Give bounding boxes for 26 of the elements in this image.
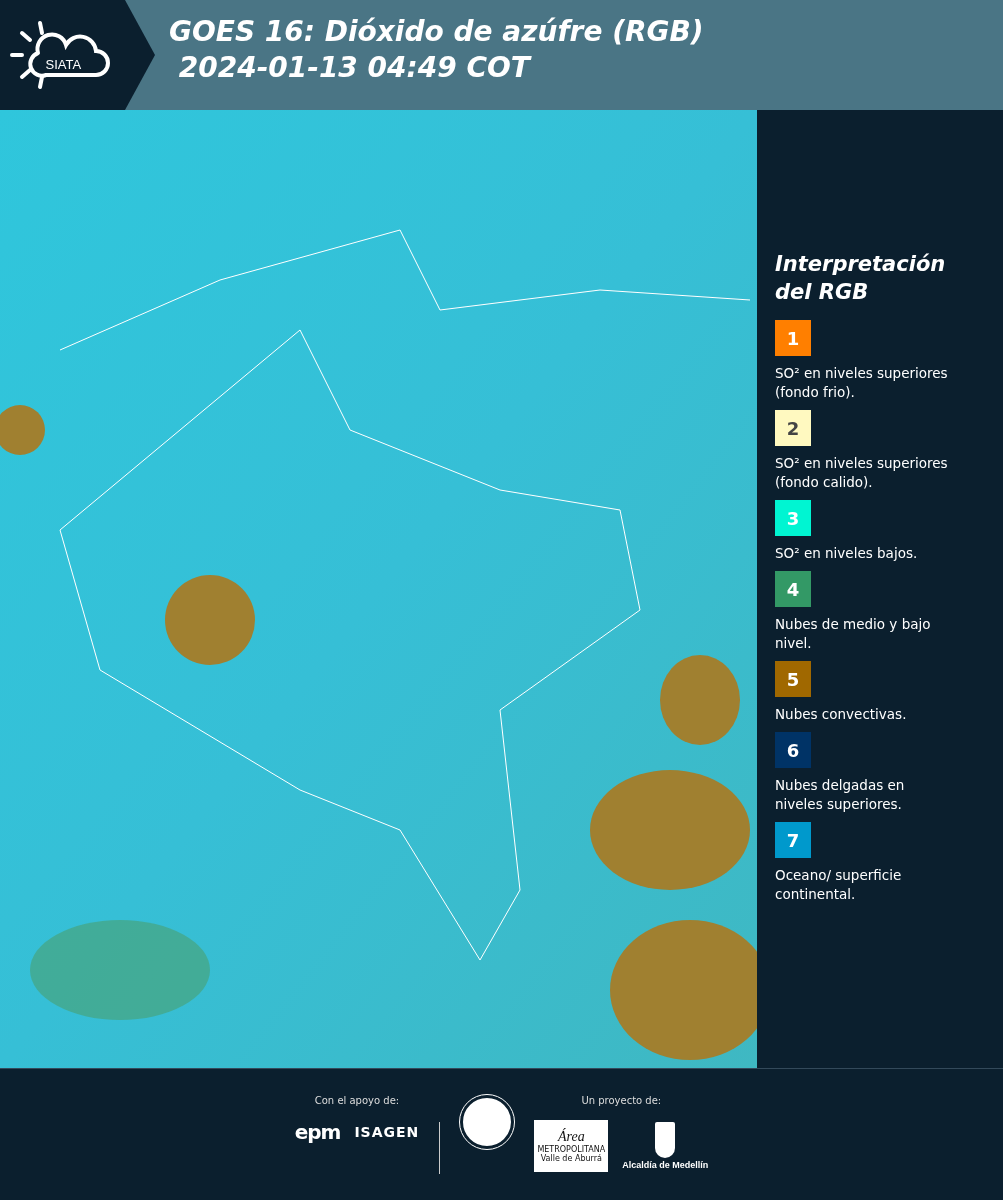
epm-logo: epm	[294, 1120, 341, 1144]
title: GOES 16: Dióxido de azúfre (RGB)	[169, 14, 704, 50]
seal-logo	[460, 1095, 515, 1149]
legend-swatch: 3	[775, 500, 811, 536]
legend-swatch: 6	[775, 732, 811, 768]
legend-title: Interpretación del RGB	[775, 251, 945, 306]
legend-swatch: 1	[775, 320, 811, 356]
legend-text: SO² en niveles superiores (fondo calido).	[775, 454, 949, 492]
legend-text: Oceano/ superficie continental.	[775, 866, 903, 904]
legend-text: SO² en niveles superiores (fondo frio).	[775, 364, 949, 402]
logo-text: SIATA	[45, 57, 82, 72]
support-label: Con el apoyo de:	[314, 1095, 400, 1106]
legend-swatch: 7	[775, 822, 811, 858]
project-label: Un proyecto de:	[581, 1095, 662, 1106]
isagen-logo: ISAGEN	[354, 1124, 420, 1140]
alcaldia-logo-text: Alcaldía de Medellín	[622, 1160, 709, 1170]
area-logo: Área METROPOLITANA Valle de Aburrá	[534, 1120, 609, 1172]
timestamp: 2024-01-13 04:49 COT	[177, 50, 530, 86]
legend-text: Nubes convectivas.	[775, 705, 907, 724]
legend-text: Nubes delgadas en niveles superiores.	[775, 776, 906, 814]
shield-icon	[655, 1122, 676, 1158]
legend-swatch: 4	[775, 571, 811, 607]
legend-swatch: 5	[775, 661, 811, 697]
legend-text: Nubes de medio y bajo nivel.	[775, 615, 932, 653]
legend-text: SO² en niveles bajos.	[775, 544, 918, 563]
legend-swatch: 2	[775, 410, 811, 446]
